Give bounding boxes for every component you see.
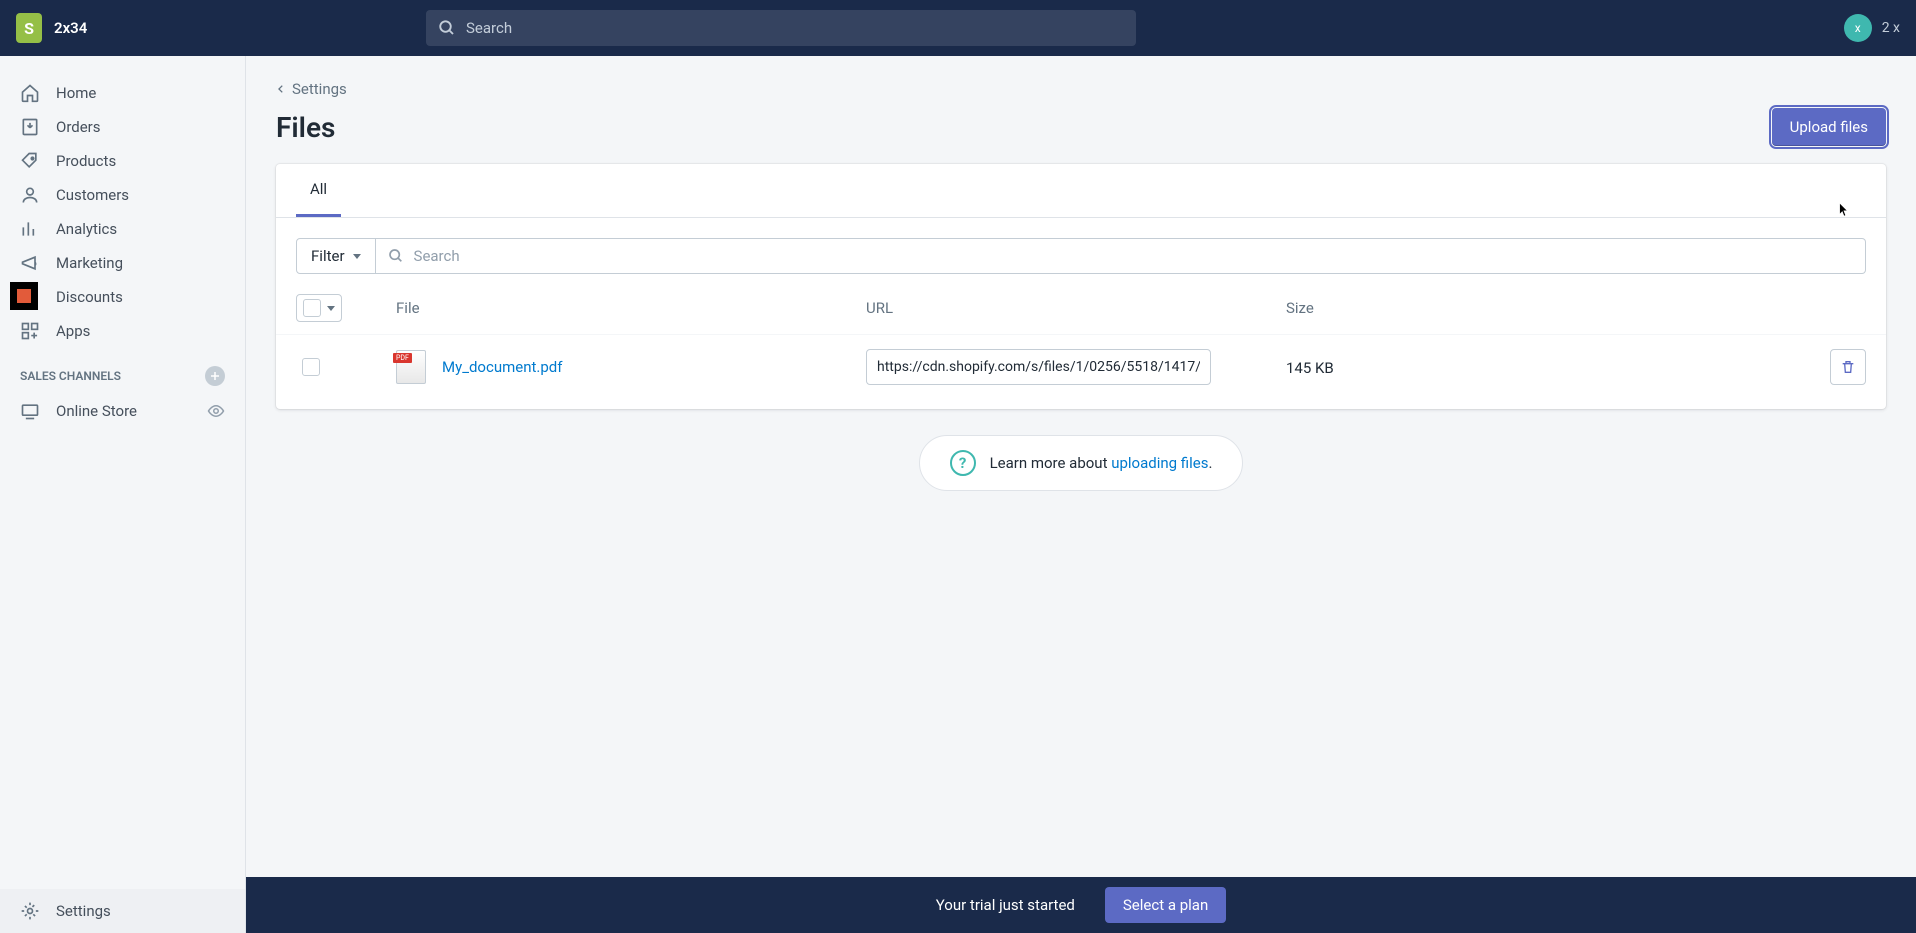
file-size: 145 KB bbox=[1286, 359, 1334, 377]
help-icon: ? bbox=[950, 450, 976, 476]
user-label[interactable]: 2 x bbox=[1882, 20, 1900, 36]
filter-search-input[interactable] bbox=[414, 247, 1853, 265]
column-header-url: URL bbox=[866, 299, 1286, 317]
page-title: Files bbox=[276, 111, 335, 144]
sidebar-section-sales-channels: SALES CHANNELS bbox=[0, 348, 245, 394]
pdf-file-icon bbox=[396, 350, 426, 384]
apps-icon bbox=[20, 321, 40, 341]
file-name-link[interactable]: My_document.pdf bbox=[442, 358, 562, 376]
plus-icon bbox=[209, 370, 221, 382]
filter-button[interactable]: Filter bbox=[296, 238, 376, 274]
sidebar-item-label: Settings bbox=[56, 902, 111, 920]
online-store-icon bbox=[20, 401, 40, 421]
chevron-down-icon bbox=[353, 254, 361, 259]
breadcrumb-label: Settings bbox=[292, 80, 347, 98]
view-store-button[interactable] bbox=[207, 402, 225, 420]
sidebar-item-label: Products bbox=[56, 152, 116, 170]
breadcrumb[interactable]: Settings bbox=[276, 80, 1886, 98]
tab-all[interactable]: All bbox=[296, 164, 341, 217]
sidebar-item-label: Analytics bbox=[56, 220, 117, 238]
avatar[interactable]: x bbox=[1844, 14, 1872, 42]
sidebar-item-apps[interactable]: Apps bbox=[0, 314, 245, 348]
sidebar-item-orders[interactable]: Orders bbox=[0, 110, 245, 144]
help-pill: ? Learn more about uploading files. bbox=[919, 435, 1244, 491]
search-icon bbox=[388, 248, 404, 264]
sidebar-item-label: Discounts bbox=[56, 288, 123, 306]
sidebar-item-home[interactable]: Home bbox=[0, 76, 245, 110]
shopify-logo-icon bbox=[16, 13, 42, 43]
sidebar: Home Orders Products Customers bbox=[0, 56, 246, 933]
select-all-checkbox[interactable] bbox=[303, 299, 321, 317]
main-content: Settings Files Upload files All Filter bbox=[246, 56, 1916, 933]
column-header-size: Size bbox=[1286, 299, 1466, 317]
chevron-left-icon bbox=[276, 82, 286, 96]
record-indicator-icon bbox=[10, 282, 38, 310]
files-card: All Filter bbox=[276, 164, 1886, 409]
row-checkbox[interactable] bbox=[302, 358, 320, 376]
trial-text: Your trial just started bbox=[936, 896, 1075, 914]
filter-search[interactable] bbox=[376, 238, 1866, 274]
sidebar-item-label: Customers bbox=[56, 186, 129, 204]
topbar: 2x34 x 2 x bbox=[0, 0, 1916, 56]
gear-icon bbox=[20, 901, 40, 921]
store-name[interactable]: 2x34 bbox=[54, 19, 87, 37]
home-icon bbox=[20, 83, 40, 103]
eye-icon bbox=[207, 402, 225, 420]
sidebar-item-label: Apps bbox=[56, 322, 90, 340]
sidebar-item-products[interactable]: Products bbox=[0, 144, 245, 178]
global-search[interactable] bbox=[426, 10, 1136, 46]
trash-icon bbox=[1840, 358, 1856, 376]
help-text: Learn more about uploading files. bbox=[990, 454, 1213, 472]
sidebar-item-label: Online Store bbox=[56, 402, 137, 420]
sidebar-item-label: Home bbox=[56, 84, 96, 102]
column-header-file: File bbox=[396, 299, 866, 317]
orders-icon bbox=[20, 117, 40, 137]
delete-file-button[interactable] bbox=[1830, 349, 1866, 385]
sidebar-item-label: Orders bbox=[56, 118, 101, 136]
sidebar-item-analytics[interactable]: Analytics bbox=[0, 212, 245, 246]
search-icon bbox=[438, 19, 456, 37]
sidebar-item-online-store[interactable]: Online Store bbox=[0, 394, 245, 428]
table-header: File URL Size bbox=[276, 274, 1886, 334]
chevron-down-icon bbox=[327, 306, 335, 311]
add-channel-button[interactable] bbox=[205, 366, 225, 386]
sidebar-item-customers[interactable]: Customers bbox=[0, 178, 245, 212]
customers-icon bbox=[20, 185, 40, 205]
global-search-input[interactable] bbox=[466, 19, 1124, 37]
select-plan-button[interactable]: Select a plan bbox=[1105, 887, 1226, 923]
upload-files-button[interactable]: Upload files bbox=[1772, 108, 1886, 146]
file-url-input[interactable] bbox=[866, 349, 1211, 385]
filter-label: Filter bbox=[311, 247, 345, 265]
marketing-icon bbox=[20, 253, 40, 273]
sidebar-item-marketing[interactable]: Marketing bbox=[0, 246, 245, 280]
table-row: My_document.pdf 145 KB bbox=[276, 334, 1886, 409]
help-link[interactable]: uploading files bbox=[1111, 454, 1208, 472]
sidebar-item-settings[interactable]: Settings bbox=[0, 889, 245, 933]
analytics-icon bbox=[20, 219, 40, 239]
trial-bar: Your trial just started Select a plan bbox=[246, 877, 1916, 933]
products-icon bbox=[20, 151, 40, 171]
sidebar-section-label: SALES CHANNELS bbox=[20, 369, 121, 383]
sidebar-item-label: Marketing bbox=[56, 254, 123, 272]
tabs: All bbox=[276, 164, 1886, 218]
select-all-dropdown[interactable] bbox=[296, 294, 342, 322]
